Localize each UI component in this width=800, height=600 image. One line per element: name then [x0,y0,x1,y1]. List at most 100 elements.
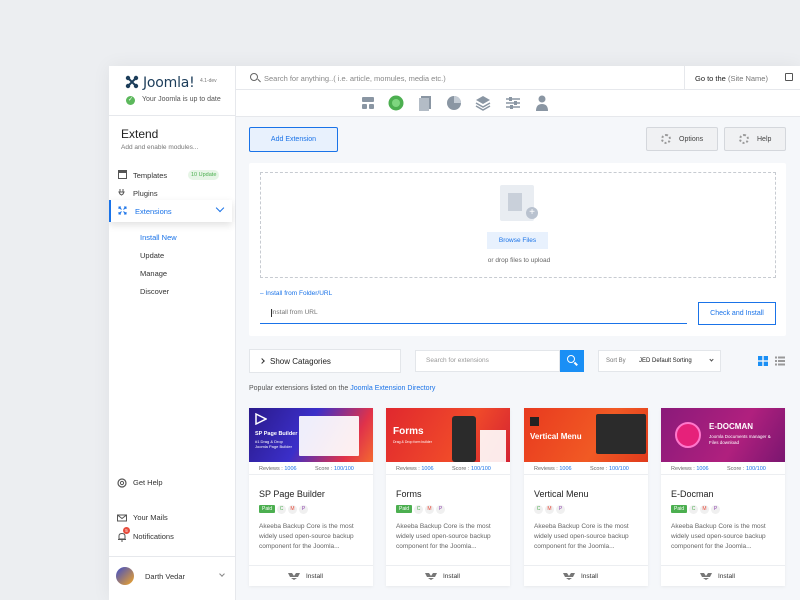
phone-mockup [452,416,476,462]
tag-p: P [711,505,721,514]
add-extension-button[interactable]: Add Extension [249,127,338,152]
update-status: Your Joomla is up to date [142,96,221,103]
reviews: Reviews : 1006 [396,466,434,472]
sidebar-item-label: Get Help [133,478,163,487]
text-caret [271,309,272,317]
download-icon [288,573,300,580]
sort-value: JED Default Sorting [639,358,692,364]
banner-title: E-DOCMAN [709,422,753,431]
extension-card[interactable]: Vertical Menu Reviews : 1006 Score : 100… [524,408,648,586]
avatar[interactable] [116,567,134,585]
extension-card[interactable]: SP Page Builder #1 Drag & Drop Joomla Pa… [249,408,373,586]
goto-label: Go to the (Site Name) [695,74,768,83]
mail-icon [117,514,127,522]
card-title[interactable]: Vertical Menu [534,489,589,499]
joomla-logo-icon[interactable] [125,75,139,89]
goto-site-link[interactable]: Go to the (Site Name) [684,66,800,90]
install-button[interactable]: Install [524,565,648,585]
goto-text: Go to the [695,74,726,83]
card-tags: Paid C M P [671,505,721,514]
install-url-input[interactable] [260,302,687,324]
install-from-folder-link[interactable]: – Install from Folder/URL [260,290,332,297]
card-tags: Paid C M P [259,505,309,514]
extension-card[interactable]: E-DOCMAN Joomla Documents manager & File… [661,408,785,586]
score-label: Score : [727,466,745,472]
settings-sliders-icon[interactable] [504,94,522,112]
card-title[interactable]: Forms [396,489,422,499]
content-icon[interactable] [416,94,434,112]
card-title[interactable]: E-Docman [671,489,714,499]
paid-badge: Paid [671,505,688,513]
install-label: Install [306,573,323,580]
extension-search-button[interactable] [560,350,584,372]
card-stats: Reviews : 1006 Score : 100/100 [249,463,373,475]
download-icon [700,573,712,580]
install-label: Install [443,573,460,580]
brand-block: Joomla! 4.1-dev ✓ Your Joomla is up to d… [109,66,236,116]
search-icon [250,73,258,81]
users-icon[interactable] [533,94,551,112]
score-value: 100/100 [470,466,491,472]
subnav-discover[interactable]: Discover [140,287,169,296]
score: Score : 100/100 [590,466,629,472]
options-label: Options [679,136,704,143]
laptop-mockup [596,414,646,454]
subnav-manage[interactable]: Manage [140,269,167,278]
file-dropzone[interactable]: + Browse Files or drop files to upload [260,172,776,278]
extension-search-input[interactable]: Search for extensions [415,350,560,372]
extensions-icon[interactable] [387,94,405,112]
card-banner: SP Page Builder #1 Drag & Drop Joomla Pa… [249,408,373,462]
chevron-down-icon[interactable] [219,571,225,577]
dashboard-icon[interactable] [359,94,377,112]
grid-view-icon[interactable] [758,356,768,366]
sidebar-item-help[interactable]: Get Help [109,475,236,491]
main-content: Add Extension Options Help + Browse File… [236,117,800,600]
chevron-down-icon[interactable] [215,203,225,213]
subnav-install-new[interactable]: Install New [140,233,177,242]
card-title[interactable]: SP Page Builder [259,489,325,499]
sort-select[interactable]: Sort By JED Default Sorting [598,350,721,372]
banner-subtitle: Drag & Drop form builder [393,440,432,444]
section-title: Extend [121,127,159,141]
user-name: Darth Vedar [145,572,186,581]
show-categories-toggle[interactable]: Show Catagories [249,349,401,373]
user-menu[interactable]: Darth Vedar [109,556,236,600]
jed-link[interactable]: Joomla Extension Directory [350,385,435,392]
paid-badge: Paid [396,505,413,513]
reviews-label: Reviews : [259,466,283,472]
reviews-label: Reviews : [396,466,420,472]
expand-arrows-icon [118,206,127,215]
gear-icon [661,134,671,144]
install-button[interactable]: Install [661,565,785,585]
install-button[interactable]: Install [249,565,373,585]
paid-badge: Paid [259,505,276,513]
plus-icon: + [526,207,538,219]
sidebar-item-mails[interactable]: Your Mails [109,510,236,526]
extension-card[interactable]: Forms Drag & Drop form builder Reviews :… [386,408,510,586]
subnav-update[interactable]: Update [140,251,164,260]
brand-version: 4.1-dev [200,78,217,84]
sidebar-item-notifications[interactable]: 5 Notifications [109,527,236,545]
options-button[interactable]: Options [646,127,718,151]
install-button[interactable]: Install [386,565,510,585]
global-search-input[interactable]: Search for anything..( i.e. article, mom… [264,74,446,83]
templates-icon [118,170,127,179]
section-subtitle: Add and enable modules... [121,144,199,151]
check-and-install-button[interactable]: Check and Install [698,302,776,325]
sidebar-item-templates[interactable]: Templates 10 Update [109,166,236,184]
layers-icon[interactable] [474,94,492,112]
help-button[interactable]: Help [724,127,786,151]
form-preview [480,430,506,462]
reviews: Reviews : 1006 [259,466,297,472]
install-label: Install [581,573,598,580]
list-view-icon[interactable] [775,356,785,366]
brand-name[interactable]: Joomla! [143,75,195,91]
score-label: Score : [590,466,608,472]
card-banner: E-DOCMAN Joomla Documents manager & File… [661,408,785,462]
browse-files-button[interactable]: Browse Files [487,232,548,249]
sidebar-item-extensions[interactable]: Extensions [109,200,232,222]
categories-label: Show Catagories [270,357,331,366]
reviews-label: Reviews : [534,466,558,472]
tag-c: C [534,505,543,514]
reports-icon[interactable] [445,94,463,112]
